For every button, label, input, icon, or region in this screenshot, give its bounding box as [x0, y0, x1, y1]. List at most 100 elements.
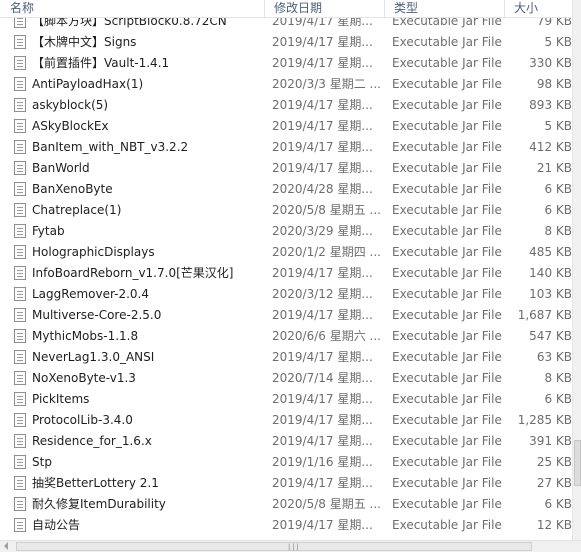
file-modified-date: 2019/4/17 星期...: [272, 35, 373, 49]
jar-file-icon: [14, 476, 26, 490]
file-row[interactable]: Residence_for_1.6.x 2019/4/17 星期... Execut…: [0, 431, 572, 452]
file-row[interactable]: InfoBoardReborn_v1.7.0[芒果汉化] 2019/4/17 星期…: [0, 263, 572, 284]
file-type: Executable Jar File: [392, 35, 502, 49]
file-name: askyblock(5): [32, 98, 109, 112]
file-name: Stp: [32, 455, 52, 469]
file-size: 63 KB: [536, 350, 572, 364]
column-header-name[interactable]: 名称: [0, 0, 264, 17]
file-name: 耐久修复ItemDurability: [32, 497, 166, 511]
file-size: 12 KB: [536, 518, 572, 532]
file-modified-date: 2019/4/17 星期...: [272, 119, 373, 133]
column-header-type[interactable]: 类型: [384, 0, 504, 17]
file-row[interactable]: ProtocolLib-3.4.0 2019/4/17 星期... Executab…: [0, 410, 572, 431]
file-name: PickItems: [32, 392, 90, 406]
vertical-scrollbar-thumb[interactable]: [574, 440, 581, 486]
file-name: 【前置插件】Vault-1.4.1: [32, 56, 170, 70]
jar-file-icon: [14, 77, 26, 91]
file-row[interactable]: Stp 2019/1/16 星期... Executable Jar File 25 …: [0, 452, 572, 473]
jar-file-icon: [14, 203, 26, 217]
column-header-date[interactable]: 修改日期: [264, 0, 384, 17]
file-type: Executable Jar File: [392, 140, 502, 154]
file-size: 103 KB: [529, 287, 572, 301]
file-name: NoXenoByte-v1.3: [32, 371, 136, 385]
jar-file-icon: [14, 161, 26, 175]
file-row[interactable]: MythicMobs-1.1.8 2020/6/6 星期六 ... Executab…: [0, 326, 572, 347]
file-type: Executable Jar File: [392, 329, 502, 343]
horizontal-scrollbar[interactable]: |||: [0, 540, 581, 552]
jar-file-icon: [14, 371, 26, 385]
file-row[interactable]: askyblock(5) 2019/4/17 星期... Executable Ja…: [0, 95, 572, 116]
jar-file-icon: [14, 245, 26, 259]
jar-file-icon: [14, 287, 26, 301]
file-modified-date: 2019/4/17 星期...: [272, 476, 373, 490]
column-header-size[interactable]: 大小: [504, 0, 581, 17]
file-modified-date: 2019/4/17 星期...: [272, 266, 373, 280]
file-type: Executable Jar File: [392, 224, 502, 238]
file-modified-date: 2019/1/16 星期...: [272, 455, 373, 469]
file-modified-date: 2019/4/17 星期...: [272, 518, 373, 532]
file-name: InfoBoardReborn_v1.7.0[芒果汉化]: [32, 266, 234, 280]
file-modified-date: 2019/4/17 星期...: [272, 413, 373, 427]
file-list: 【脚本方块】ScriptBlock0.8.72CN 2019/4/17 星期...…: [0, 0, 572, 540]
file-row[interactable]: 抽奖BetterLottery 2.1 2019/4/17 星期... Execut…: [0, 473, 572, 494]
file-row[interactable]: 【木牌中文】Signs 2019/4/17 星期... Executable Jar…: [0, 32, 572, 53]
file-row[interactable]: NoXenoByte-v1.3 2020/7/14 星期... Executable…: [0, 368, 572, 389]
file-modified-date: 2019/4/17 星期...: [272, 140, 373, 154]
scroll-left-arrow-icon[interactable]: [4, 542, 8, 550]
file-row[interactable]: Multiverse-Core-2.5.0 2019/4/17 星期... Exec…: [0, 305, 572, 326]
file-modified-date: 2019/4/17 星期...: [272, 98, 373, 112]
file-row[interactable]: 【前置插件】Vault-1.4.1 2019/4/17 星期... Executab…: [0, 53, 572, 74]
jar-file-icon: [14, 497, 26, 511]
file-type: Executable Jar File: [392, 476, 502, 490]
file-modified-date: 2020/5/8 星期五 ...: [272, 497, 381, 511]
file-name: ASkyBlockEx: [32, 119, 109, 133]
file-name: 【木牌中文】Signs: [32, 35, 137, 49]
file-row[interactable]: PickItems 2019/4/17 星期... Executable Jar F…: [0, 389, 572, 410]
file-type: Executable Jar File: [392, 455, 502, 469]
file-row[interactable]: Fytab 2020/3/29 星期... Executable Jar File 8…: [0, 221, 572, 242]
file-type: Executable Jar File: [392, 245, 502, 259]
file-row[interactable]: Chatreplace(1) 2020/5/8 星期五 ... Executable…: [0, 200, 572, 221]
file-row[interactable]: 自动公告 2019/4/17 星期... Executable Jar File 12…: [0, 515, 572, 536]
file-name: LaggRemover-2.0.4: [32, 287, 149, 301]
file-size: 1,285 KB: [517, 413, 572, 427]
file-type: Executable Jar File: [392, 119, 502, 133]
file-row[interactable]: NeverLag1.3.0_ANSI 2019/4/17 星期... Executa…: [0, 347, 572, 368]
jar-file-icon: [14, 308, 26, 322]
file-row[interactable]: LaggRemover-2.0.4 2020/3/12 星期... Executab…: [0, 284, 572, 305]
jar-file-icon: [14, 56, 26, 70]
jar-file-icon: [14, 455, 26, 469]
jar-file-icon: [14, 224, 26, 238]
file-size: 5 KB: [544, 35, 572, 49]
jar-file-icon: [14, 266, 26, 280]
file-type: Executable Jar File: [392, 182, 502, 196]
file-row[interactable]: AntiPayloadHax(1) 2020/3/3 星期二 ... Executa…: [0, 74, 572, 95]
file-modified-date: 2019/4/17 星期...: [272, 308, 373, 322]
file-row[interactable]: HolographicDisplays 2020/1/2 星期四 ... Execu…: [0, 242, 572, 263]
file-size: 8 KB: [544, 224, 572, 238]
file-type: Executable Jar File: [392, 413, 502, 427]
file-type: Executable Jar File: [392, 434, 502, 448]
file-size: 98 KB: [536, 77, 572, 91]
jar-file-icon: [14, 518, 26, 532]
file-type: Executable Jar File: [392, 98, 502, 112]
file-row[interactable]: BanWorld 2019/4/17 星期... Executable Jar Fi…: [0, 158, 572, 179]
file-row[interactable]: 耐久修复ItemDurability 2020/5/8 星期五 ... Execut…: [0, 494, 572, 515]
file-size: 1,687 KB: [517, 308, 572, 322]
jar-file-icon: [14, 182, 26, 196]
file-name: BanXenoByte: [32, 182, 113, 196]
file-row[interactable]: BanItem_with_NBT_v3.2.2 2019/4/17 星期... Ex…: [0, 137, 572, 158]
file-row[interactable]: ASkyBlockEx 2019/4/17 星期... Executable Jar…: [0, 116, 572, 137]
horizontal-scrollbar-thumb[interactable]: |||: [16, 542, 532, 551]
file-name: Multiverse-Core-2.5.0: [32, 308, 162, 322]
file-name: MythicMobs-1.1.8: [32, 329, 139, 343]
file-type: Executable Jar File: [392, 371, 502, 385]
file-row[interactable]: BanXenoByte 2020/4/28 星期... Executable Jar…: [0, 179, 572, 200]
jar-file-icon: [14, 392, 26, 406]
jar-file-icon: [14, 119, 26, 133]
vertical-scrollbar[interactable]: [572, 0, 581, 540]
file-type: Executable Jar File: [392, 56, 502, 70]
file-modified-date: 2020/3/12 星期...: [272, 287, 373, 301]
file-size: 391 KB: [529, 434, 572, 448]
file-size: 547 KB: [529, 329, 572, 343]
